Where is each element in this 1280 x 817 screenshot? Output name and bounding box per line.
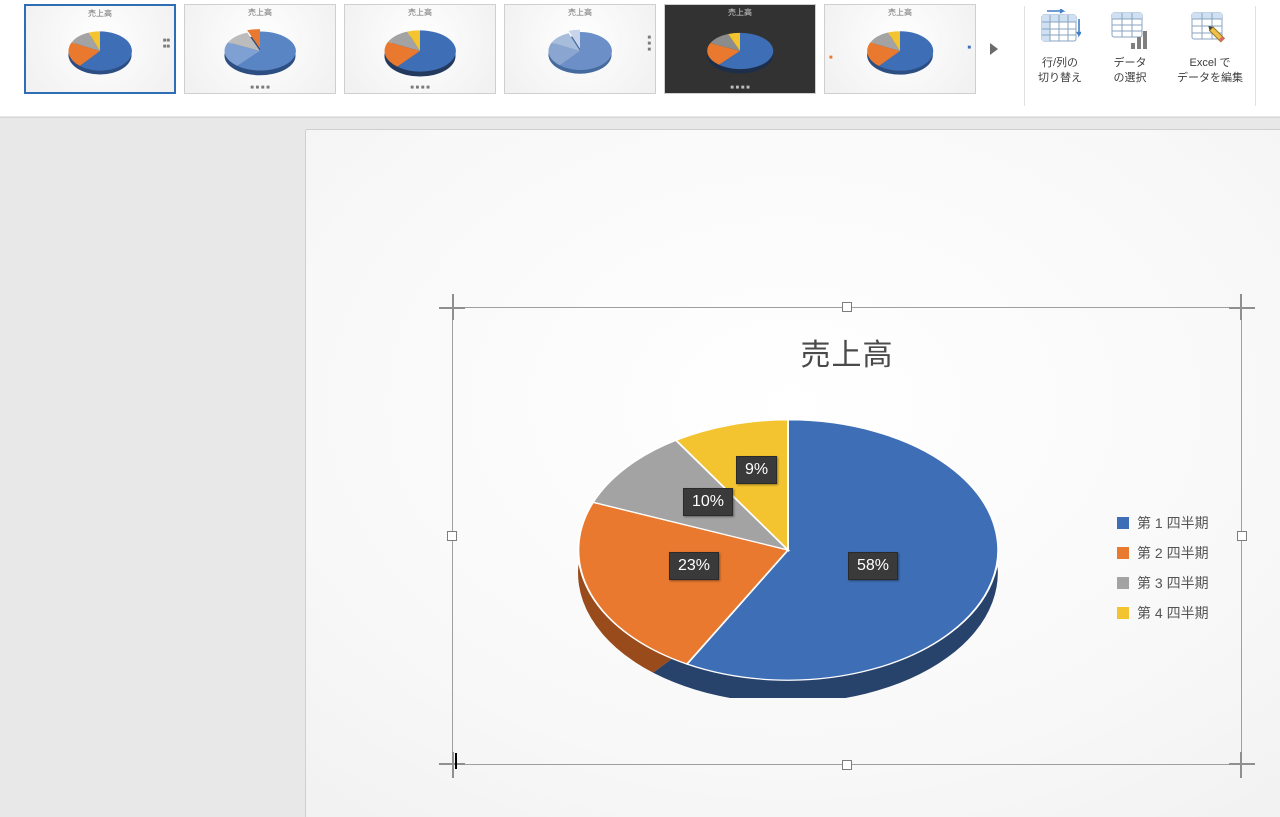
chart-style-thumb-4[interactable]: 売上高 ■■■ (504, 4, 656, 94)
legend-item-q1[interactable]: 第 1 四半期 (1117, 508, 1227, 538)
text-caret (455, 753, 457, 769)
corner-mark (1229, 307, 1255, 309)
legend-swatch (1117, 607, 1129, 619)
switch-row-column-icon (1039, 8, 1081, 50)
chart-style-thumb-5[interactable]: 売上高 ■ ■ ■ ■ (664, 4, 816, 94)
select-data-button[interactable]: データの選択 (1095, 4, 1165, 112)
legend-label: 第 2 四半期 (1137, 543, 1209, 563)
resize-handle-e[interactable] (1237, 531, 1247, 541)
pie-icon (212, 24, 308, 78)
legend-item-q3[interactable]: 第 3 四半期 (1117, 568, 1227, 598)
data-label-q4[interactable]: 9% (736, 456, 777, 484)
legend-item-q2[interactable]: 第 2 四半期 (1117, 538, 1227, 568)
thumb-legend: ■■■ (647, 35, 651, 53)
corner-mark (452, 752, 454, 778)
label-line1: データ (1114, 57, 1147, 69)
label-line2: の選択 (1114, 72, 1147, 84)
thumb-title: 売上高 (505, 7, 655, 18)
chart-legend[interactable]: 第 1 四半期 第 2 四半期 第 3 四半期 第 4 四半期 (1117, 508, 1227, 628)
chart-style-thumb-6[interactable]: 売上高 ■ ■ (824, 4, 976, 94)
legend-label: 第 1 四半期 (1137, 513, 1209, 533)
thumb-legend: ■ (967, 45, 971, 51)
legend-label: 第 3 四半期 (1137, 573, 1209, 593)
pie-icon (61, 27, 139, 75)
thumb-legend: ■ ■ ■ ■ (671, 85, 809, 91)
data-label-q3[interactable]: 10% (683, 488, 733, 516)
thumb-title: 売上高 (26, 8, 174, 19)
chart-object[interactable]: 売上高 (452, 307, 1242, 765)
separator (1255, 6, 1256, 106)
thumb-title: 売上高 (825, 7, 975, 18)
pie-icon (541, 27, 619, 75)
thumb-legend: ■ ■ ■ ■ (191, 85, 329, 91)
chart-style-thumb-1[interactable]: 売上高 ■■■■ (24, 4, 176, 94)
ribbon: 売上高 ■■■■ 売上高 (0, 0, 1280, 118)
thumb-legend: ■ (829, 55, 833, 61)
resize-handle-n[interactable] (842, 302, 852, 312)
pie-top (573, 400, 1003, 700)
pie-icon (372, 24, 468, 78)
label-line2: データを編集 (1177, 72, 1243, 84)
chart-title[interactable]: 売上高 (453, 330, 1241, 374)
edit-data-excel-button[interactable]: Excel でデータを編集 (1165, 4, 1255, 112)
thumb-title: 売上高 (665, 7, 815, 18)
pie-chart[interactable]: 58% 23% 10% 9% (573, 400, 1003, 740)
select-data-icon (1109, 8, 1151, 50)
data-label-q1[interactable]: 58% (848, 552, 898, 580)
corner-mark (1240, 752, 1242, 778)
legend-swatch (1117, 547, 1129, 559)
chart-style-gallery: 売上高 ■■■■ 売上高 (24, 4, 1004, 98)
thumb-legend: ■ ■ ■ ■ (351, 85, 489, 91)
ribbon-data-group: 行/列の切り替え データの選 (1024, 4, 1256, 112)
corner-mark (452, 294, 454, 320)
thumb-title: 売上高 (345, 7, 495, 18)
legend-item-q4[interactable]: 第 4 四半期 (1117, 598, 1227, 628)
legend-swatch (1117, 577, 1129, 589)
pie-icon (692, 26, 788, 76)
label-line2: 切り替え (1038, 72, 1082, 84)
gallery-more-button[interactable] (984, 4, 1004, 94)
resize-handle-w[interactable] (447, 531, 457, 541)
thumb-title: 売上高 (185, 7, 335, 18)
pie-icon (860, 26, 940, 76)
thumb-legend: ■■■■ (163, 38, 170, 50)
chart-area[interactable]: 売上高 (453, 308, 1241, 764)
legend-swatch (1117, 517, 1129, 529)
label-line1: Excel で (1190, 57, 1231, 69)
resize-handle-s[interactable] (842, 760, 852, 770)
switch-row-column-button[interactable]: 行/列の切り替え (1025, 4, 1095, 112)
legend-label: 第 4 四半期 (1137, 603, 1209, 623)
corner-mark (1240, 294, 1242, 320)
chart-style-thumb-2[interactable]: 売上高 ■ ■ ■ ■ (184, 4, 336, 94)
edit-data-excel-icon (1189, 8, 1231, 50)
corner-mark (1229, 763, 1255, 765)
chart-style-thumb-3[interactable]: 売上高 ■ ■ ■ ■ (344, 4, 496, 94)
data-label-q2[interactable]: 23% (669, 552, 719, 580)
label-line1: 行/列の (1042, 57, 1078, 69)
chevron-right-icon (988, 42, 1000, 56)
